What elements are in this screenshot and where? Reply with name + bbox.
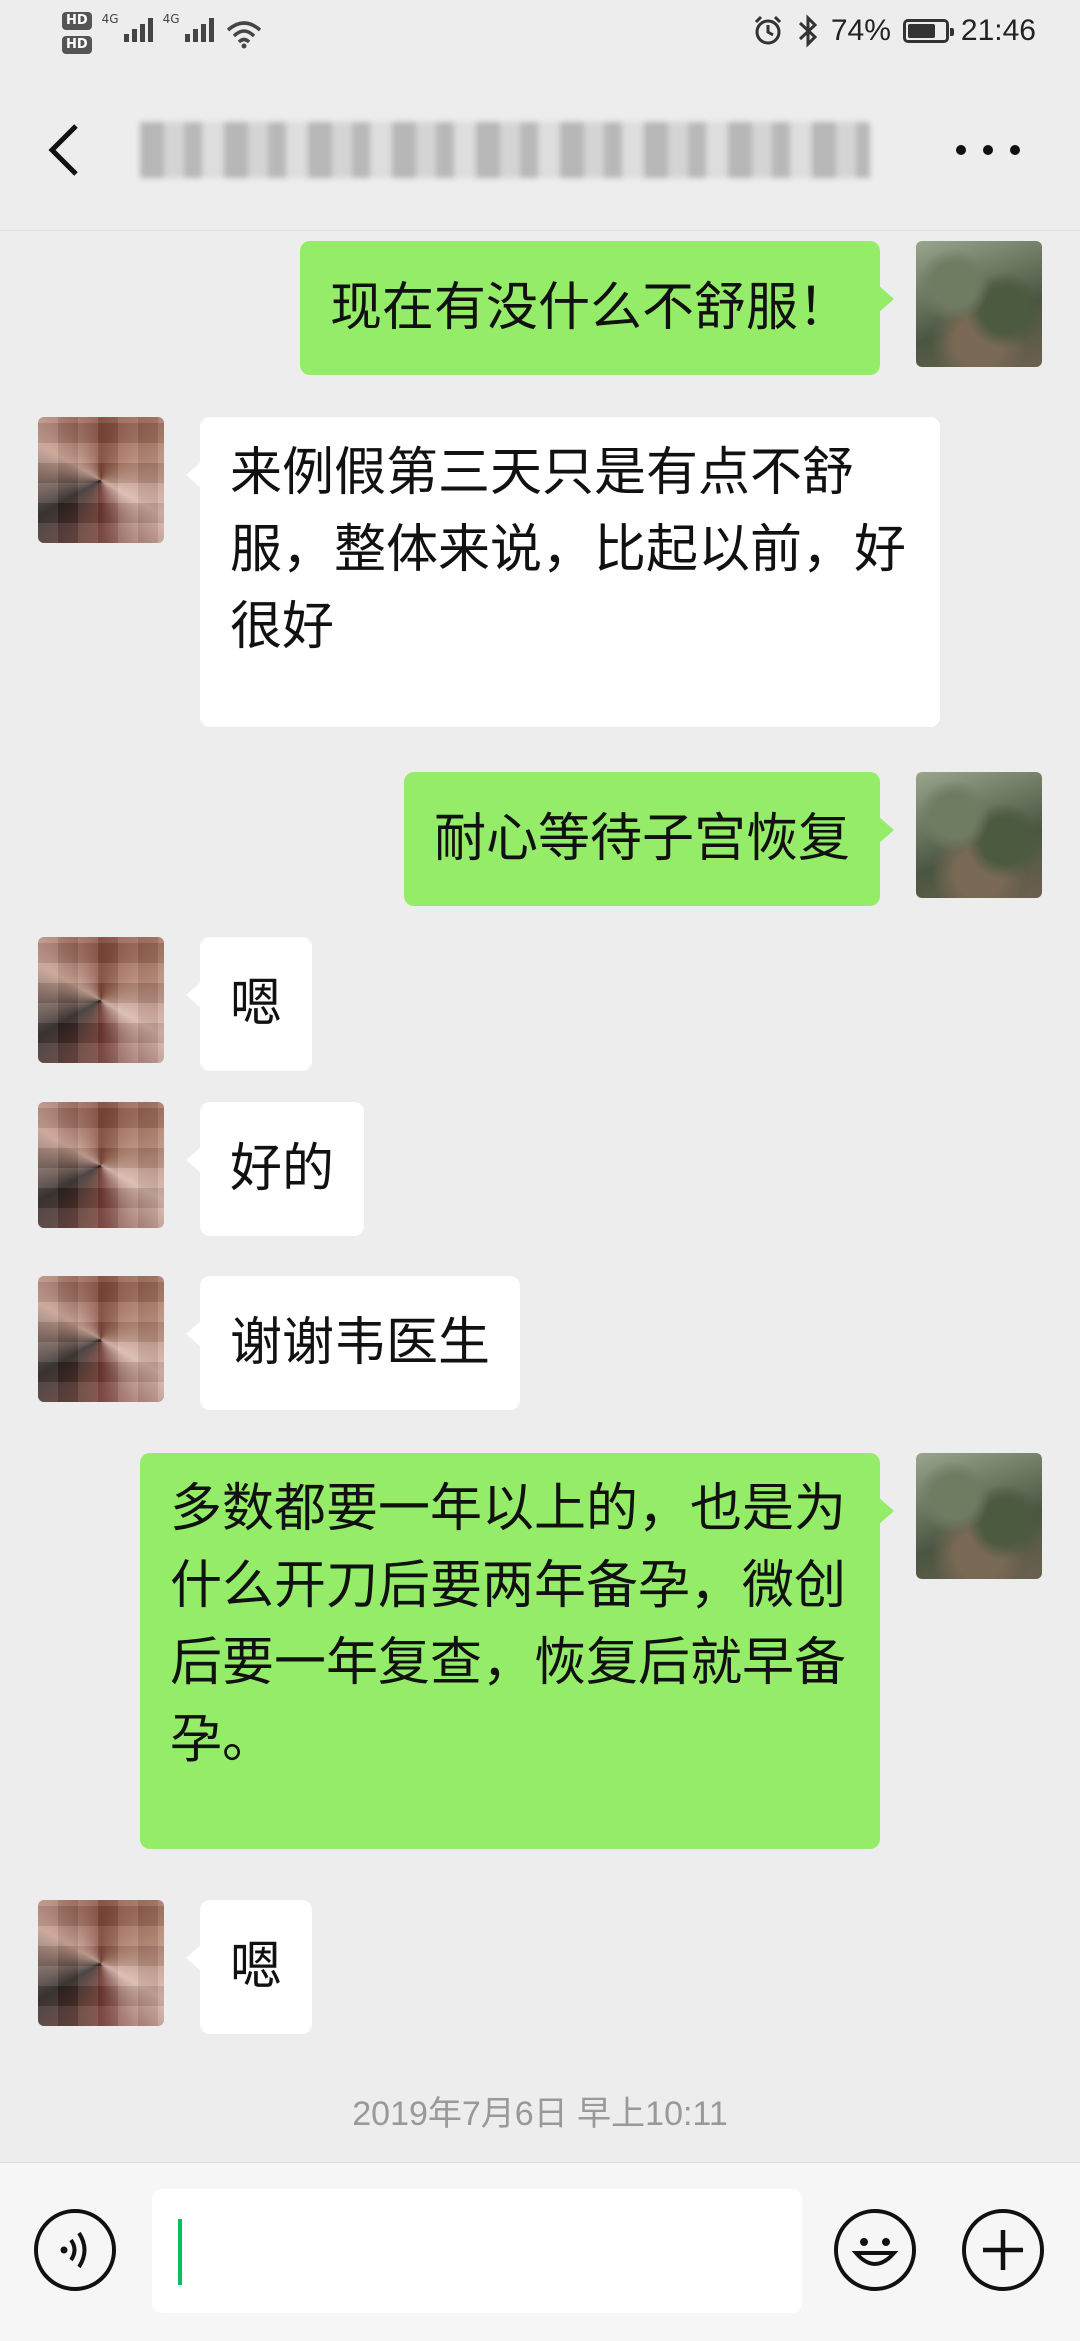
wifi-icon — [226, 21, 261, 49]
signal2-label: 4G — [162, 12, 180, 26]
message-row: 现在有没什么不舒服！ — [0, 231, 1080, 375]
status-left: HD HD 4G 4G — [62, 12, 264, 54]
signal2-icon: 4G — [163, 12, 214, 42]
message-bubble-sent[interactable]: 多数都要一年以上的，也是为什么开刀后要两年备孕，微创后要一年复查，恢复后就早备孕… — [140, 1453, 894, 1849]
message-bubble-sent[interactable]: 现在有没什么不舒服！ — [299, 241, 895, 375]
contact-avatar[interactable] — [38, 937, 164, 1063]
my-avatar[interactable] — [916, 1453, 1042, 1579]
voice-button[interactable] — [34, 2209, 116, 2291]
signal1-label: 4G — [101, 12, 119, 26]
message-bubble-sent[interactable]: 耐心等待子宫恢复 — [403, 772, 895, 906]
message-bubble-received[interactable]: 嗯 — [185, 937, 313, 1071]
message-row: 好的 — [0, 1102, 1080, 1242]
battery-percent: 74% — [830, 14, 891, 47]
emoji-icon — [851, 2238, 899, 2266]
chat-header — [0, 72, 1080, 231]
message-row: 谢谢韦医生 — [0, 1276, 1080, 1416]
status-bar: HD HD 4G 4G 74% 21:46 — [0, 0, 1080, 72]
contact-avatar[interactable] — [38, 1900, 164, 2026]
message-timestamp: 2019年7月6日 早上10:11 — [352, 2095, 728, 2133]
battery-fill — [907, 24, 935, 38]
message-row: 耐心等待子宫恢复 — [0, 762, 1080, 906]
input-bar — [0, 2162, 1080, 2341]
more-button[interactable] — [956, 138, 1020, 162]
text-caret — [178, 2219, 182, 2285]
message-bubble-received[interactable]: 来例假第三天只是有点不舒服，整体来说，比起以前，好很好 — [186, 417, 940, 727]
plus-icon — [983, 2230, 1023, 2270]
bluetooth-icon — [798, 14, 818, 48]
voice-icon — [60, 2231, 87, 2269]
emoji-button[interactable] — [834, 2209, 916, 2291]
message-row: 多数都要一年以上的，也是为什么开刀后要两年备孕，微创后要一年复查，恢复后就早备孕… — [0, 1449, 1080, 1849]
message-list[interactable]: 现在有没什么不舒服！ 来例假第三天只是有点不舒服，整体来说，比起以前，好很好 耐… — [0, 231, 1080, 2161]
message-bubble-received[interactable]: 好的 — [185, 1102, 365, 1236]
signal1-icon: 4G — [102, 12, 153, 42]
more-dots-icon — [956, 145, 966, 155]
message-input[interactable] — [152, 2189, 802, 2313]
my-avatar[interactable] — [916, 241, 1042, 367]
contact-avatar[interactable] — [38, 417, 164, 543]
chevron-left-icon — [48, 124, 78, 176]
contact-avatar[interactable] — [38, 1276, 164, 1402]
hd1-badge: HD — [62, 12, 92, 30]
message-bubble-received[interactable]: 谢谢韦医生 — [185, 1276, 521, 1410]
message-bubble-received[interactable]: 嗯 — [185, 1900, 313, 2034]
hd2-badge: HD — [62, 36, 92, 54]
hd-indicators: HD HD — [62, 12, 92, 54]
back-button[interactable] — [40, 120, 90, 180]
message-row: 嗯 — [0, 1890, 1080, 2034]
message-row: 来例假第三天只是有点不舒服，整体来说，比起以前，好很好 — [0, 407, 1080, 727]
contact-avatar[interactable] — [38, 1102, 164, 1228]
status-right: 74% 21:46 — [751, 14, 1036, 48]
plus-button[interactable] — [962, 2209, 1044, 2291]
alarm-icon — [754, 15, 781, 45]
my-avatar[interactable] — [916, 772, 1042, 898]
chat-title-blurred — [140, 122, 870, 178]
battery-icon — [902, 19, 954, 43]
message-row: 嗯 — [0, 927, 1080, 1071]
clock: 21:46 — [960, 14, 1036, 47]
